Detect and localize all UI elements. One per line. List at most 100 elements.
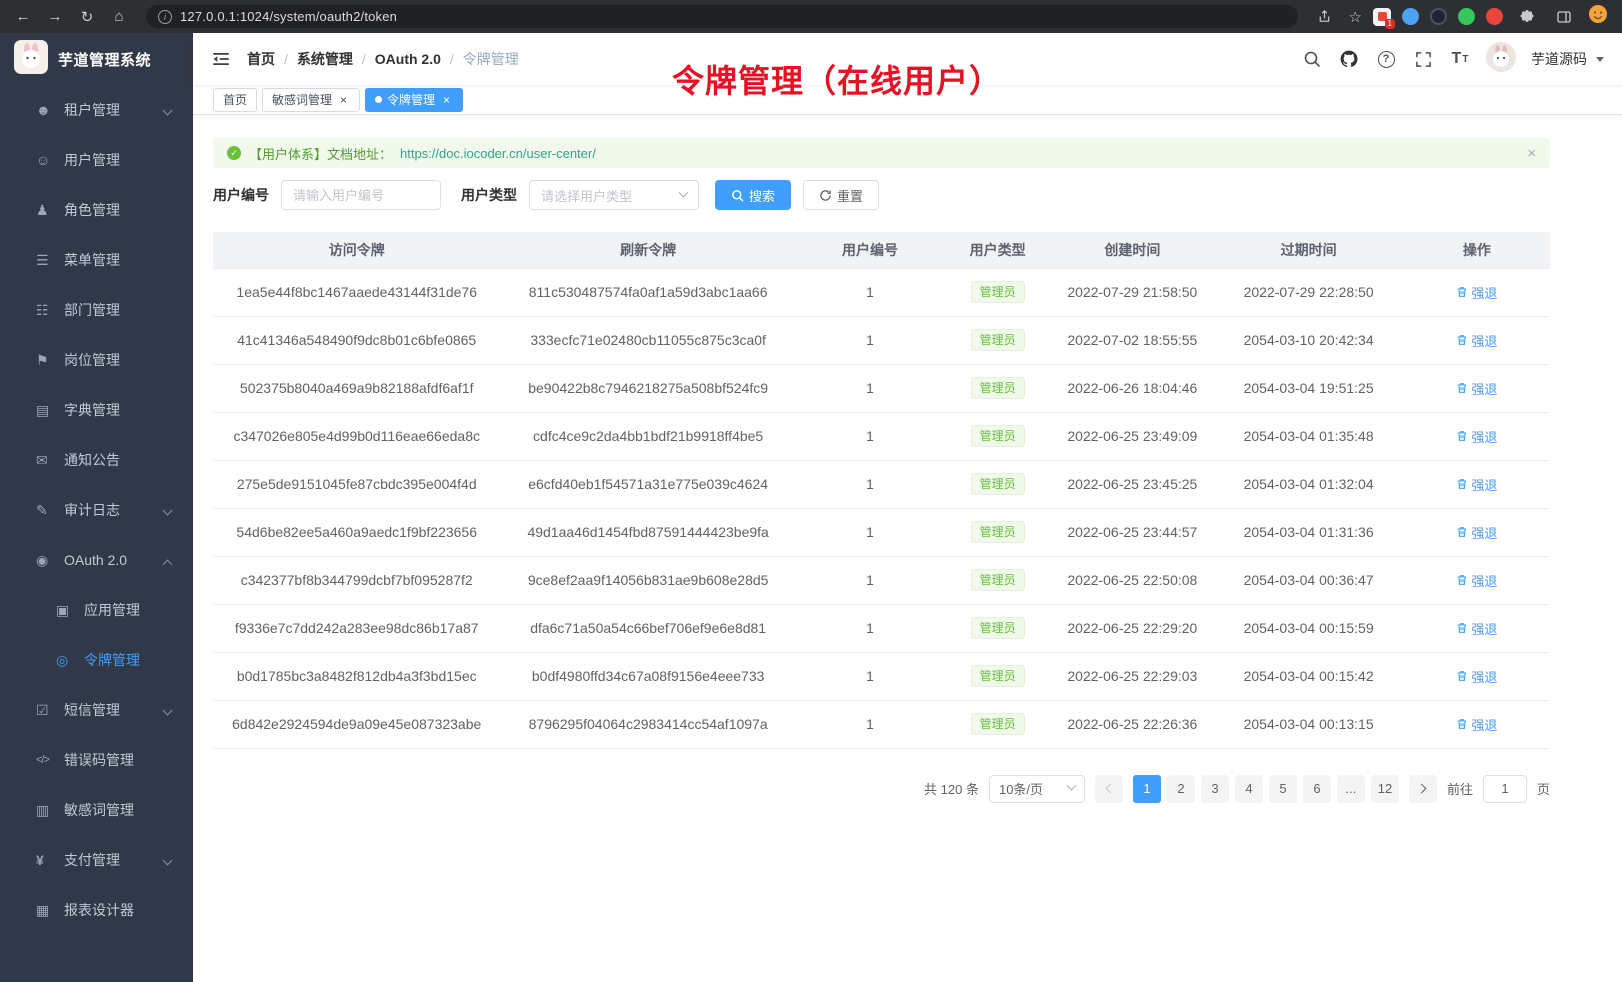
user-avatar[interactable]: [1486, 42, 1516, 77]
sidebar-item-tenant[interactable]: 租户管理: [0, 85, 193, 135]
force-logout-button[interactable]: 强退: [1456, 523, 1497, 542]
expire-time-cell: 2054-03-04 00:15:59: [1213, 604, 1403, 652]
address-bar[interactable]: i 127.0.0.1:1024/system/oauth2/token: [146, 5, 1298, 28]
alert-text: 【用户体系】文档地址：: [249, 144, 392, 163]
force-logout-button[interactable]: 强退: [1456, 571, 1497, 590]
sidebar-item-menu[interactable]: 菜单管理: [0, 235, 193, 285]
user-type-select[interactable]: 请选择用户类型: [529, 180, 699, 210]
sidebar-item-user[interactable]: 用户管理: [0, 135, 193, 185]
sidebar-item-audit-log[interactable]: 审计日志: [0, 485, 193, 535]
page-4[interactable]: 4: [1235, 775, 1263, 803]
search-button[interactable]: 搜索: [715, 180, 791, 210]
table-row: 6d842e2924594de9a09e45e087323abe 8796295…: [213, 700, 1550, 748]
extension-icon-dark[interactable]: [1430, 8, 1447, 25]
sidebar-item-error-code[interactable]: 错误码管理: [0, 735, 193, 785]
fullscreen-icon[interactable]: [1412, 48, 1434, 70]
tab-sensitive-word[interactable]: 敏感词管理: [262, 88, 360, 112]
user-id-cell: 1: [796, 364, 944, 412]
prev-page-button[interactable]: [1095, 775, 1123, 803]
next-page-button[interactable]: [1409, 775, 1437, 803]
sidebar-item-token[interactable]: 令牌管理: [0, 635, 193, 685]
pages-more[interactable]: ...: [1337, 775, 1365, 803]
tab-close-icon[interactable]: [337, 93, 350, 106]
user-type-cell: 管理员: [944, 412, 1051, 460]
user-type-cell: 管理员: [944, 508, 1051, 556]
table-row: 502375b8040a469a9b82188afdf6af1f be90422…: [213, 364, 1550, 412]
username[interactable]: 芋道源码: [1531, 49, 1587, 69]
force-logout-button[interactable]: 强退: [1456, 427, 1497, 446]
caret-down-icon[interactable]: [1596, 57, 1604, 62]
page-6[interactable]: 6: [1303, 775, 1331, 803]
help-icon[interactable]: [1375, 48, 1397, 70]
expire-time-cell: 2054-03-10 20:42:34: [1213, 316, 1403, 364]
sidebar-item-pay[interactable]: 支付管理: [0, 835, 193, 885]
share-icon[interactable]: [1312, 5, 1338, 29]
page-3[interactable]: 3: [1201, 775, 1229, 803]
extension-icon-blue[interactable]: [1402, 8, 1419, 25]
sidebar-item-role[interactable]: 角色管理: [0, 185, 193, 235]
alert-close-icon[interactable]: [1527, 145, 1536, 162]
bookmark-star-icon[interactable]: ☆: [1349, 8, 1362, 26]
sidebar-item-app[interactable]: 应用管理: [0, 585, 193, 635]
goto-page-input[interactable]: [1483, 775, 1527, 803]
action-cell: 强退: [1404, 364, 1550, 412]
notice-icon: [36, 452, 56, 469]
user-type-tag: 管理员: [971, 473, 1025, 495]
force-logout-button[interactable]: 强退: [1456, 331, 1497, 350]
forward-button[interactable]: →: [42, 5, 68, 29]
extensions-puzzle-icon[interactable]: [1514, 5, 1540, 29]
extension-icon-orange[interactable]: [1486, 8, 1503, 25]
sidebar-item-post[interactable]: 岗位管理: [0, 335, 193, 385]
profile-avatar-icon[interactable]: [1588, 4, 1608, 29]
user-icon: [36, 152, 56, 168]
breadcrumb-home[interactable]: 首页: [247, 49, 288, 69]
app-icon: [56, 602, 76, 619]
user-type-cell: 管理员: [944, 316, 1051, 364]
sidebar-item-oauth2[interactable]: OAuth 2.0: [0, 535, 193, 585]
reload-button[interactable]: ↻: [74, 5, 100, 29]
refresh-token-cell: e6cfd40eb1f54571a31e775e039c4624: [500, 460, 795, 508]
page-12[interactable]: 12: [1371, 775, 1399, 803]
doc-link[interactable]: https://doc.iocoder.cn/user-center/: [400, 146, 596, 161]
github-icon[interactable]: [1338, 48, 1360, 70]
sidebar-item-report[interactable]: 报表设计器: [0, 885, 193, 935]
force-logout-button[interactable]: 强退: [1456, 475, 1497, 494]
force-logout-button[interactable]: 强退: [1456, 667, 1497, 686]
tab-close-icon[interactable]: [440, 93, 453, 106]
main-area: 首页系统管理OAuth 2.0令牌管理: [193, 33, 1622, 982]
page-1[interactable]: 1: [1133, 775, 1161, 803]
page-5[interactable]: 5: [1269, 775, 1297, 803]
page-2[interactable]: 2: [1167, 775, 1195, 803]
action-cell: 强退: [1404, 604, 1550, 652]
reset-button[interactable]: 重置: [803, 180, 879, 210]
force-logout-button[interactable]: 强退: [1456, 379, 1497, 398]
sidebar-item-sensitive-word[interactable]: 敏感词管理: [0, 785, 193, 835]
user-id-cell: 1: [796, 604, 944, 652]
breadcrumb-system[interactable]: 系统管理: [297, 49, 366, 69]
sidebar-item-sms[interactable]: 短信管理: [0, 685, 193, 735]
user-id-input[interactable]: [281, 180, 441, 210]
page-size-select[interactable]: 10条/页: [989, 775, 1085, 803]
force-logout-button[interactable]: 强退: [1456, 619, 1497, 638]
tab-token[interactable]: 令牌管理: [365, 88, 463, 112]
access-token-cell: 1ea5e44f8bc1467aaede43144f31de76: [213, 268, 500, 316]
font-size-icon[interactable]: [1449, 48, 1471, 70]
site-info-icon[interactable]: i: [158, 10, 172, 24]
sidebar-item-notice[interactable]: 通知公告: [0, 435, 193, 485]
page-unit: 页: [1537, 779, 1550, 798]
search-icon[interactable]: [1301, 48, 1323, 70]
app-logo[interactable]: 芋道管理系统: [0, 33, 193, 85]
force-logout-button[interactable]: 强退: [1456, 283, 1497, 302]
back-button[interactable]: ←: [10, 5, 36, 29]
breadcrumb-token[interactable]: 令牌管理: [463, 49, 528, 69]
sidebar-item-dept[interactable]: 部门管理: [0, 285, 193, 335]
extension-icon-green[interactable]: [1458, 8, 1475, 25]
tab-home[interactable]: 首页: [213, 88, 257, 112]
sidebar-item-dict[interactable]: 字典管理: [0, 385, 193, 435]
sidebar-fold-icon[interactable]: [211, 49, 231, 69]
extension-icon-red[interactable]: 1: [1373, 8, 1391, 26]
side-panel-icon[interactable]: [1551, 5, 1577, 29]
force-logout-button[interactable]: 强退: [1456, 715, 1497, 734]
breadcrumb-oauth2[interactable]: OAuth 2.0: [375, 51, 454, 67]
home-button[interactable]: ⌂: [106, 5, 132, 29]
